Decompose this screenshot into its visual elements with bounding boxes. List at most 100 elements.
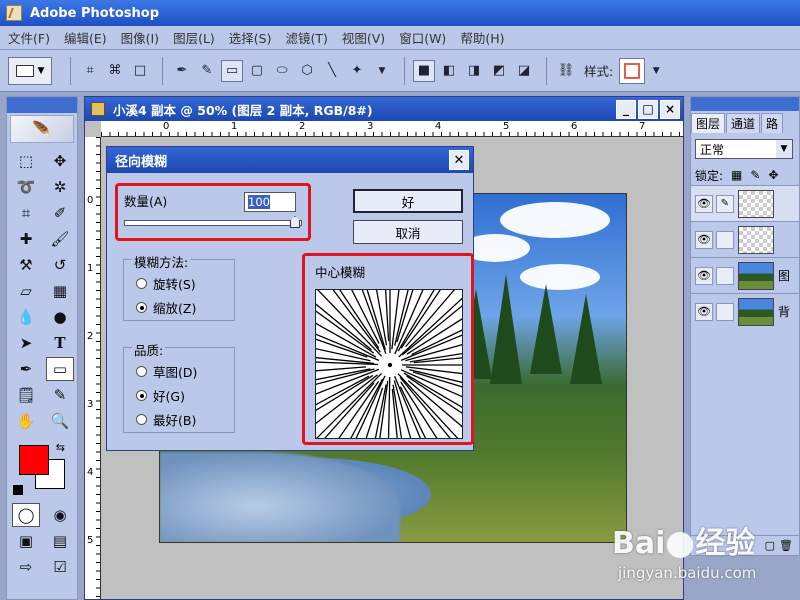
quality-best-option[interactable]: 最好(B): [136, 410, 196, 429]
quick-mask-icon[interactable]: ◉: [46, 503, 74, 527]
close-button[interactable]: ×: [660, 99, 680, 119]
pen-tool-icon[interactable]: ✒: [171, 60, 193, 82]
cancel-button[interactable]: 取消: [353, 220, 463, 244]
freeform-pen-icon[interactable]: ✎: [196, 60, 218, 82]
radio-best[interactable]: [136, 414, 147, 425]
gradient-tool-icon[interactable]: ▦: [46, 279, 74, 303]
foreground-color[interactable]: [19, 445, 49, 475]
eyedropper-icon[interactable]: ✎: [46, 383, 74, 407]
brush-link-icon[interactable]: ✎: [716, 194, 734, 213]
menu-filter[interactable]: 滤镜(T): [285, 28, 327, 47]
style-picker[interactable]: [619, 57, 646, 84]
blur-tool-icon[interactable]: 💧: [12, 305, 40, 329]
maximize-button[interactable]: □: [638, 99, 658, 119]
lock-position-icon[interactable]: ✥: [768, 168, 778, 182]
rounded-rectangle-icon[interactable]: ▢: [246, 60, 268, 82]
slice-tool-icon[interactable]: ✐: [46, 201, 74, 225]
radio-spin[interactable]: [136, 278, 147, 289]
crop-tool-icon[interactable]: ⌗: [12, 201, 40, 225]
dialog-close-button[interactable]: ✕: [449, 150, 469, 170]
visibility-eye-icon[interactable]: 👁: [695, 266, 713, 285]
ok-button[interactable]: 好: [353, 189, 463, 213]
amount-slider-track[interactable]: [124, 220, 302, 226]
notes-tool-icon[interactable]: 🗒: [12, 383, 40, 407]
dialog-titlebar[interactable]: 径向模糊 ✕: [107, 147, 473, 173]
path-selection-icon[interactable]: ➤: [12, 331, 40, 355]
menu-help[interactable]: 帮助(H): [460, 28, 504, 47]
lock-image-icon[interactable]: ✎: [750, 168, 760, 182]
subtract-shape-icon[interactable]: ◨: [463, 60, 485, 82]
quality-draft-option[interactable]: 草图(D): [136, 362, 197, 381]
full-screen-icon[interactable]: ▤: [46, 529, 74, 553]
rectangle-tool-icon[interactable]: ▭: [221, 59, 243, 82]
dodge-tool-icon[interactable]: ●: [46, 305, 74, 329]
link-cell[interactable]: [716, 302, 734, 321]
eraser-tool-icon[interactable]: ▱: [12, 279, 40, 303]
menu-layer[interactable]: 图层(L): [173, 28, 215, 47]
visibility-eye-icon[interactable]: 👁: [695, 194, 713, 213]
amount-slider-thumb[interactable]: [290, 216, 300, 228]
add-shape-icon[interactable]: ◧: [438, 60, 460, 82]
menu-file[interactable]: 文件(F): [8, 28, 50, 47]
method-spin-option[interactable]: 旋转(S): [136, 274, 196, 293]
check-icon[interactable]: ☑: [46, 555, 74, 579]
link-icon[interactable]: ⛓: [555, 60, 577, 82]
visibility-eye-icon[interactable]: 👁: [695, 230, 713, 249]
standard-mode-icon[interactable]: ◯: [12, 503, 40, 527]
layer-row[interactable]: 👁 ✎: [691, 185, 799, 221]
swap-colors-icon[interactable]: ⇆: [56, 441, 65, 454]
vertical-ruler[interactable]: 0 1 2 3 4 5: [85, 137, 101, 599]
lasso-tool-icon[interactable]: ➰: [12, 175, 40, 199]
menu-window[interactable]: 窗口(W): [399, 28, 446, 47]
radio-good[interactable]: [136, 390, 147, 401]
horizontal-ruler[interactable]: 0 1 2 3 4 5 6 7: [101, 121, 683, 137]
menu-view[interactable]: 视图(V): [342, 28, 385, 47]
link-cell[interactable]: [716, 266, 734, 285]
healing-brush-icon[interactable]: ✚: [12, 227, 40, 251]
layers-panel-header[interactable]: [691, 97, 799, 111]
shape-layers-icon[interactable]: ⌗: [79, 60, 101, 82]
fill-pixels-icon[interactable]: □: [129, 60, 151, 82]
polygon-tool-icon[interactable]: ⬡: [296, 60, 318, 82]
magic-wand-icon[interactable]: ✲: [46, 175, 74, 199]
paths-icon[interactable]: ⌘: [104, 60, 126, 82]
blur-center-preview[interactable]: [315, 289, 463, 439]
adobe-feather-icon[interactable]: 🪶: [10, 115, 74, 143]
custom-shape-icon[interactable]: ✦: [346, 60, 368, 82]
radio-zoom[interactable]: [136, 302, 147, 313]
lock-transparency-icon[interactable]: ▦: [731, 168, 742, 182]
menu-image[interactable]: 图像(I): [121, 28, 159, 47]
minimize-button[interactable]: _: [616, 99, 636, 119]
hand-tool-icon[interactable]: ✋: [12, 409, 40, 433]
tool-preset-picker[interactable]: ▼: [8, 56, 52, 85]
layer-row[interactable]: 👁: [691, 221, 799, 257]
menu-select[interactable]: 选择(S): [229, 28, 272, 47]
tab-channels[interactable]: 通道: [726, 113, 761, 133]
method-zoom-option[interactable]: 缩放(Z): [136, 298, 196, 317]
default-colors-icon[interactable]: [13, 485, 23, 495]
marquee-tool-icon[interactable]: ⬚: [12, 149, 40, 173]
exclude-shape-icon[interactable]: ◪: [513, 60, 535, 82]
screen-mode-icon[interactable]: ▣: [12, 529, 40, 553]
layer-row[interactable]: 👁 图: [691, 257, 799, 293]
radio-draft[interactable]: [136, 366, 147, 377]
history-brush-icon[interactable]: ↺: [46, 253, 74, 277]
quality-good-option[interactable]: 好(G): [136, 386, 185, 405]
intersect-shape-icon[interactable]: ◩: [488, 60, 510, 82]
jump-to-imageready-icon[interactable]: ⇨: [12, 555, 40, 579]
shape-tool-icon[interactable]: ▭: [46, 357, 74, 381]
type-tool-icon[interactable]: T: [46, 331, 74, 355]
create-new-shape-icon[interactable]: ■: [413, 59, 435, 82]
zoom-tool-icon[interactable]: 🔍: [46, 409, 74, 433]
chevron-down-icon[interactable]: ▼: [645, 60, 667, 82]
amount-input[interactable]: 100: [244, 192, 296, 212]
move-tool-icon[interactable]: ✥: [46, 149, 74, 173]
blend-mode-select[interactable]: 正常 ▼: [695, 139, 793, 159]
chevron-down-icon[interactable]: ▼: [371, 60, 393, 82]
clone-stamp-icon[interactable]: ⚒: [12, 253, 40, 277]
tab-layers[interactable]: 图层: [691, 113, 726, 133]
menu-edit[interactable]: 编辑(E): [64, 28, 107, 47]
pen-tool-icon[interactable]: ✒: [12, 357, 40, 381]
ellipse-tool-icon[interactable]: ⬭: [271, 60, 293, 82]
visibility-eye-icon[interactable]: 👁: [695, 302, 713, 321]
